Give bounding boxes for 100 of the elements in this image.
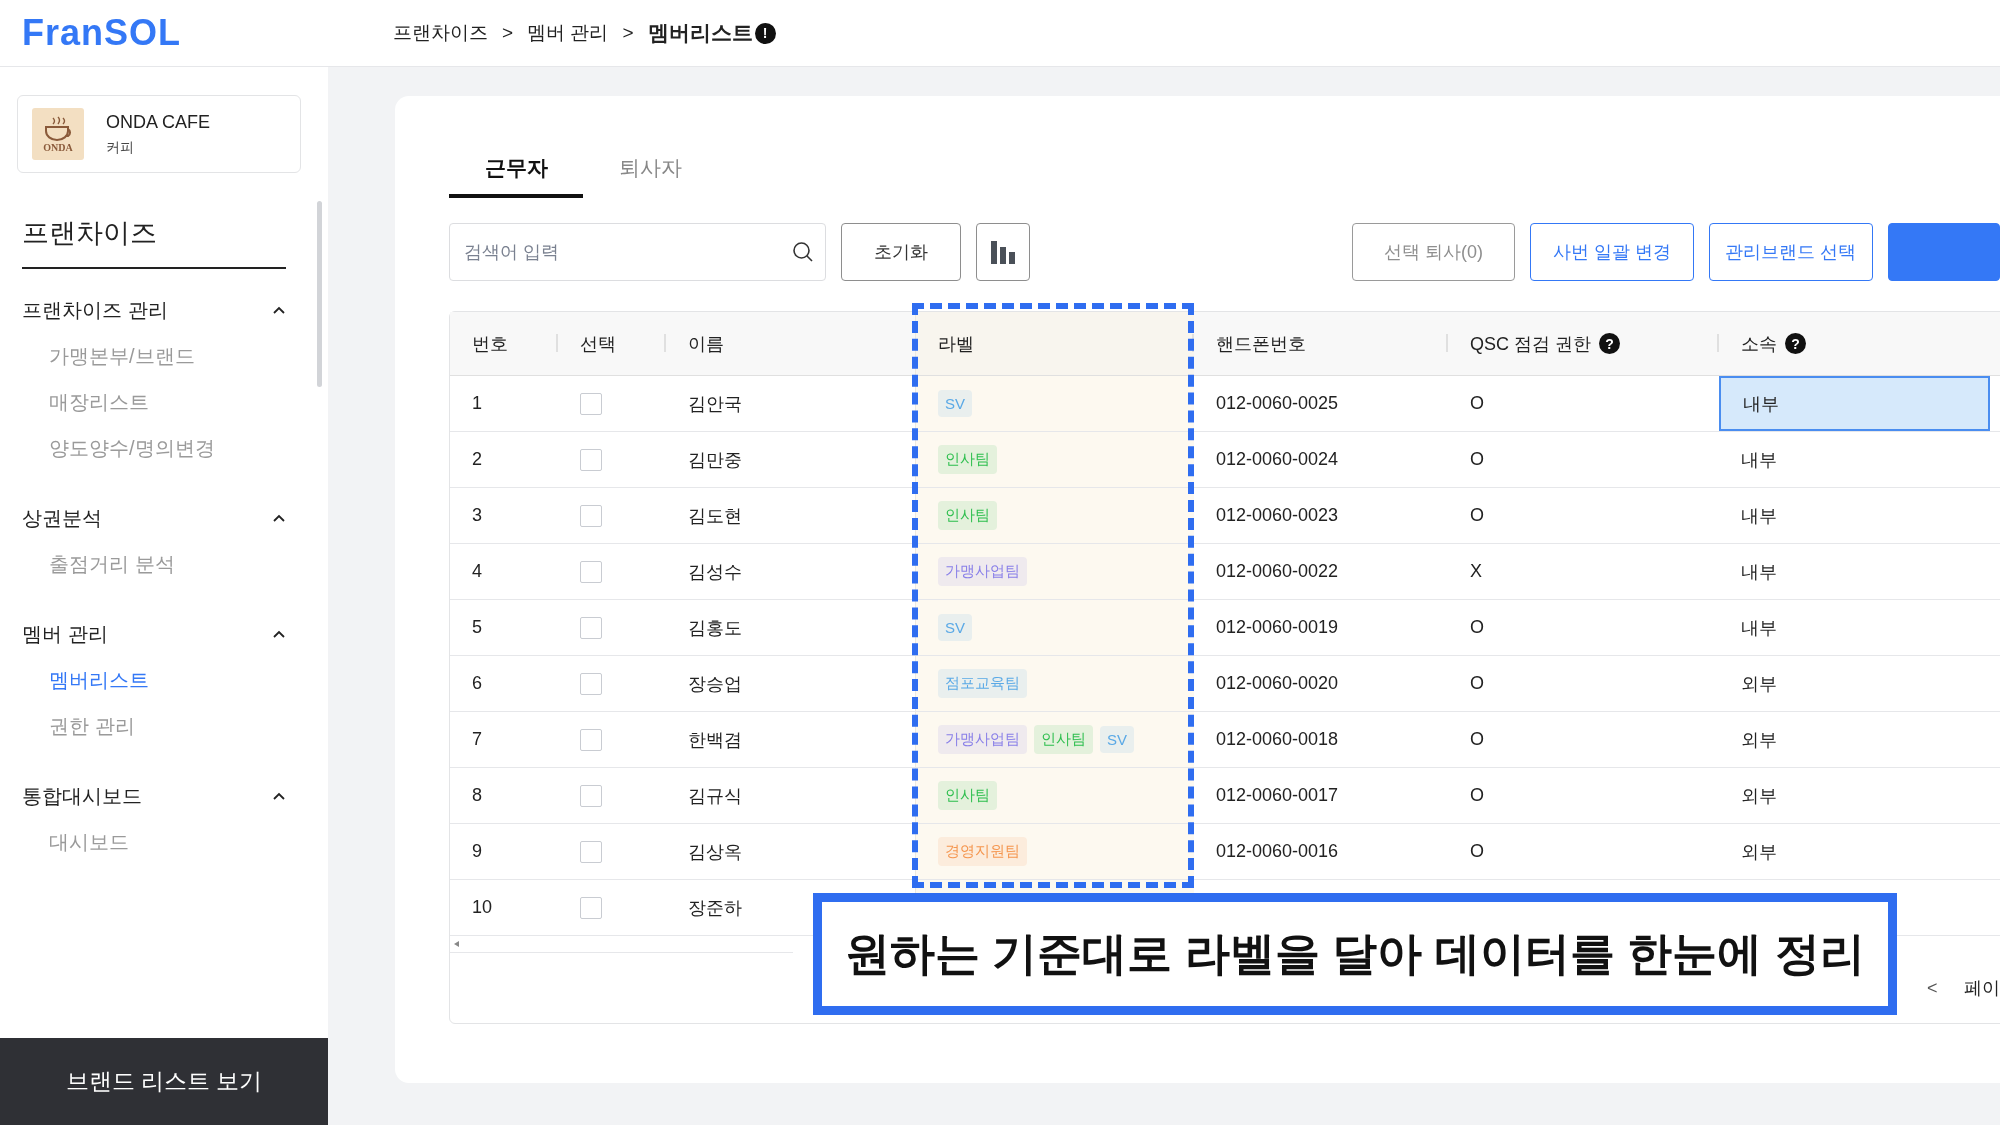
brand-category: 커피: [106, 138, 135, 157]
table-cell: 012-0060-0022: [1216, 561, 1339, 582]
checkbox[interactable]: [580, 392, 602, 415]
table-cell-text: 외부: [1741, 728, 1777, 752]
table-cell-text: 김만중: [688, 448, 742, 472]
table-cell: 012-0060-0017: [1216, 785, 1339, 806]
scroll-left-icon[interactable]: [453, 940, 461, 948]
info-icon[interactable]: !: [754, 22, 776, 44]
table-cell: O: [1470, 729, 1484, 750]
page-label: 페이: [1963, 977, 2000, 1000]
brand-list-button[interactable]: 브랜드 리스트 보기: [0, 1038, 328, 1125]
table-cell: 012-0060-0018: [1216, 729, 1339, 750]
help-icon[interactable]: ?: [1785, 333, 1806, 354]
bar-chart-icon: [988, 240, 1017, 264]
tab[interactable]: 퇴사자: [583, 142, 717, 198]
table-cell: O: [1470, 449, 1484, 470]
column-header: 번호: [472, 332, 508, 356]
sidebar-section[interactable]: 상권분석: [22, 501, 286, 535]
action-button[interactable]: 사번 일괄 변경: [1530, 223, 1694, 281]
table-cell-text: 김도현: [688, 504, 742, 528]
table-cell: 9: [472, 841, 482, 862]
table-cell: O: [1470, 841, 1484, 862]
label-tag: SV: [1100, 726, 1134, 753]
search-field[interactable]: 검색어 입력: [449, 223, 826, 281]
table-cell-text: 김성수: [688, 560, 742, 584]
label-tag: 인사팀: [938, 501, 997, 530]
breadcrumb-item[interactable]: 멤버 관리: [527, 20, 609, 46]
table-cell: 7: [472, 729, 482, 750]
action-button[interactable]: [1887, 223, 2000, 281]
label-tag: 경영지원팀: [938, 837, 1027, 866]
sidebar-title: 프랜차이즈: [22, 215, 286, 269]
table-cell: 012-0060-0025: [1216, 393, 1339, 414]
table-cell: O: [1470, 617, 1484, 638]
table-cell: 6: [472, 673, 482, 694]
table-cell-text: 외부: [1741, 840, 1777, 864]
column-header: 라벨: [938, 332, 974, 356]
logo[interactable]: FranSOL: [22, 12, 393, 54]
label-tag: 인사팀: [938, 781, 997, 810]
table-cell-text: 김홍도: [688, 616, 742, 640]
table-cell-text: 내부: [1741, 560, 1777, 584]
sidebar-section[interactable]: 멤버 관리: [22, 617, 286, 651]
checkbox[interactable]: [580, 448, 602, 471]
table-cell: O: [1470, 505, 1484, 526]
table-cell: O: [1470, 393, 1484, 414]
table-cell: 012-0060-0016: [1216, 841, 1339, 862]
table-cell: 012-0060-0019: [1216, 617, 1339, 638]
checkbox[interactable]: [580, 840, 602, 863]
caption-text: 원하는 기준대로 라벨을 달아 데이터를 한눈에 정리: [845, 927, 1865, 981]
scrollbar[interactable]: [317, 201, 322, 387]
sidebar-section[interactable]: 프랜차이즈 관리: [22, 293, 286, 327]
breadcrumb-separator: >: [622, 22, 634, 44]
table-cell: 2: [472, 449, 482, 470]
table-cell-text: 장승업: [688, 672, 742, 696]
table-cell-text: 내부: [1741, 616, 1777, 640]
table-cell-text: 김규식: [688, 784, 742, 808]
tab[interactable]: 근무자: [449, 142, 583, 198]
column-header: QSC 점검 권한: [1470, 332, 1591, 356]
chart-button[interactable]: [975, 223, 1030, 281]
checkbox[interactable]: [580, 616, 602, 639]
table-cell-text: 김안국: [688, 392, 742, 416]
table-cell-text: 내부: [1743, 392, 1779, 416]
label-tag: SV: [938, 390, 972, 417]
table-cell: 012-0060-0020: [1216, 673, 1339, 694]
column-header: 선택: [580, 332, 616, 356]
action-button[interactable]: 관리브랜드 선택: [1708, 223, 1873, 281]
table-cell-text: 김상옥: [688, 840, 742, 864]
table-cell: 5: [472, 617, 482, 638]
search-icon[interactable]: [792, 241, 814, 263]
label-tag: SV: [938, 614, 972, 641]
table-cell: 3: [472, 505, 482, 526]
label-tag: 점포교육팀: [938, 669, 1027, 698]
table-cell: 4: [472, 561, 482, 582]
previous-page-button[interactable]: <: [1927, 977, 1938, 999]
label-tag: 가맹사업팀: [938, 557, 1027, 586]
sidebar-item[interactable]: 멤버리스트: [22, 657, 286, 703]
brand-name: ONDA CAFE: [106, 111, 211, 133]
checkbox[interactable]: [580, 728, 602, 751]
help-icon[interactable]: ?: [1599, 333, 1620, 354]
checkbox[interactable]: [580, 896, 602, 919]
table-cell-text: 외부: [1741, 784, 1777, 808]
checkbox[interactable]: [580, 784, 602, 807]
table-cell-text: 한백겸: [688, 728, 742, 752]
brand-card[interactable]: ONDA ONDA CAFE 커피: [17, 95, 301, 173]
checkbox[interactable]: [580, 504, 602, 527]
checkbox[interactable]: [580, 560, 602, 583]
selected-cell[interactable]: 내부: [1719, 376, 1990, 431]
reset-button[interactable]: 초기화: [841, 223, 961, 281]
table-cell: 012-0060-0024: [1216, 449, 1339, 470]
table-cell: O: [1470, 785, 1484, 806]
column-header: 소속: [1741, 332, 1777, 356]
breadcrumb-item[interactable]: 프랜차이즈: [393, 20, 488, 46]
breadcrumb-separator: >: [502, 22, 514, 44]
table-cell-text: 내부: [1741, 504, 1777, 528]
label-tag: 인사팀: [938, 445, 997, 474]
checkbox[interactable]: [580, 672, 602, 695]
sidebar-section[interactable]: 통합대시보드: [22, 779, 286, 813]
column-header: 핸드폰번호: [1216, 332, 1306, 356]
breadcrumb-item[interactable]: 멤버리스트: [647, 19, 753, 47]
column-header: 이름: [688, 332, 724, 356]
label-tag: 인사팀: [1034, 725, 1093, 754]
